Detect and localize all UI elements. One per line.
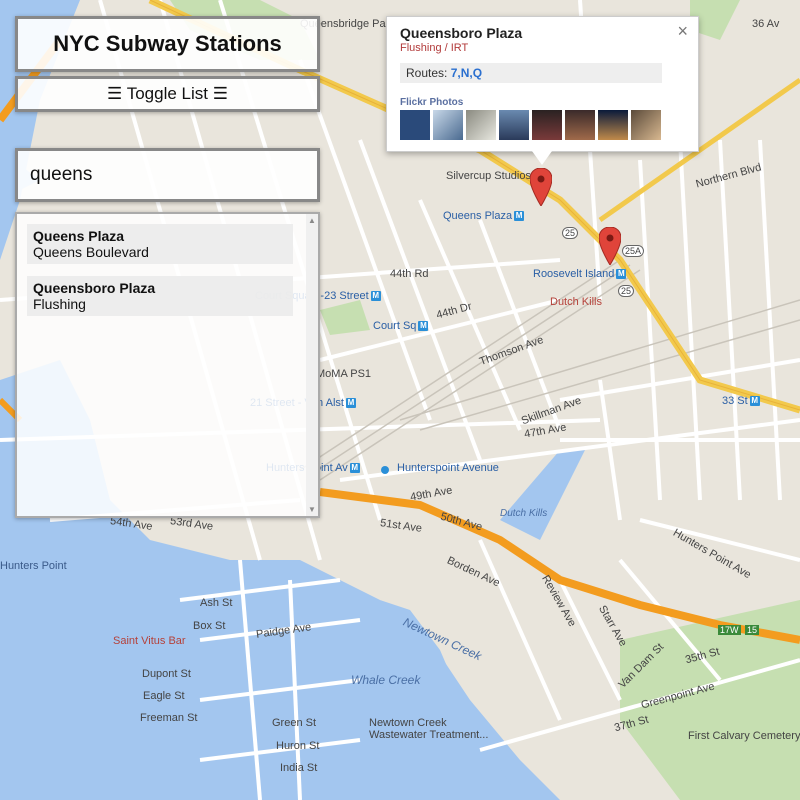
route-shield: 15 [745,625,760,635]
map-label: 44th Rd [390,268,429,280]
station-label[interactable]: Queens Plaza M [443,210,525,222]
close-icon[interactable]: × [677,21,688,42]
station-name: 33 St [722,395,748,407]
map-water-label: Whale Creek [351,673,421,687]
station-name: Hunterspoint Avenue [397,462,499,474]
map-label: Huron St [276,740,320,752]
map-label: MoMA PS1 [316,368,372,380]
station-list-detail: Queens Boulevard [33,244,149,260]
flickr-photo-thumbnail[interactable] [598,110,628,140]
routes-value: 7,N,Q [450,66,483,80]
station-label[interactable]: Hunterspoint Avenue [397,462,499,474]
flickr-photos-heading: Flickr Photos [400,97,464,108]
station-list[interactable]: Queens Plaza Queens Boulevard Queensboro… [15,212,320,518]
mta-icon: M [370,291,381,302]
map-label: 36 Av [752,18,780,30]
mta-icon: M [616,269,627,280]
flickr-photo-strip [400,110,661,140]
station-list-item[interactable]: Queens Plaza Queens Boulevard [27,224,293,264]
station-list-item[interactable]: Queensboro Plaza Flushing [27,276,293,316]
route-shield: 17W [718,625,741,635]
toggle-list-button[interactable]: ☰ Toggle List ☰ [15,76,320,112]
list-scrollbar[interactable]: ▲ ▼ [306,214,318,516]
flickr-photo-thumbnail[interactable] [499,110,529,140]
routes-label: Routes: [406,66,451,80]
flickr-photo-thumbnail[interactable] [631,110,661,140]
route-shield: 25 [562,227,579,239]
station-name: Roosevelt Island [533,268,615,280]
info-station-line: Flushing / IRT [400,42,469,54]
station-list-name: Queens Plaza [33,228,125,244]
map-label: Box St [193,620,226,632]
scroll-down-icon[interactable]: ▼ [308,505,316,514]
mta-icon: M [514,211,525,222]
map-water-label: Dutch Kills [500,508,548,519]
map-label: Dupont St [142,668,191,680]
route-shield: 25 [618,285,635,297]
flickr-photo-thumbnail[interactable] [565,110,595,140]
map-poi: Dutch Kills [550,296,602,308]
map-label: Silvercup Studios [446,170,531,182]
search-panel [15,148,320,202]
mta-icon: M [345,398,356,409]
mta-icon: M [418,321,429,332]
station-label[interactable]: Court Sq M [373,320,429,332]
flickr-photo-thumbnail[interactable] [400,110,430,140]
station-name: Court Sq [373,320,417,332]
map-poi: First Calvary Cemetery [688,730,800,742]
station-list-detail: Flushing [33,296,86,312]
station-list-name: Queensboro Plaza [33,280,156,296]
scroll-up-icon[interactable]: ▲ [308,216,316,225]
map-label: Green St [272,717,317,729]
flickr-photo-thumbnail[interactable] [433,110,463,140]
flickr-photo-thumbnail[interactable] [532,110,562,140]
map-label: India St [280,762,318,774]
flickr-photo-thumbnail[interactable] [466,110,496,140]
station-label[interactable]: 33 St M [722,395,760,407]
app-title: NYC Subway Stations [53,31,282,56]
info-routes: Routes: 7,N,Q [400,63,662,83]
info-window-tail [532,151,552,165]
station-label[interactable]: Roosevelt Island M [533,268,627,280]
station-name: Queens Plaza [443,210,513,222]
map-label: Freeman St [140,712,198,724]
search-input[interactable] [28,163,307,187]
mta-icon: M [749,396,760,407]
map-pin-icon[interactable] [530,168,552,206]
mta-icon: M [349,463,360,474]
map-label: Ash St [200,597,233,609]
map-poi: Saint Vitus Bar [113,635,186,647]
station-info-window: × Queensboro Plaza Flushing / IRT Routes… [386,16,699,165]
map-label: Hunters Point [0,560,67,572]
map-pin-icon[interactable] [599,227,621,265]
route-shield: 25A [622,245,645,257]
info-station-name: Queensboro Plaza [400,25,523,41]
map-poi: Newtown Creek Wastewater Treatment... [369,717,489,741]
app-title-panel: NYC Subway Stations [15,16,320,72]
map-label: Eagle St [143,690,185,702]
